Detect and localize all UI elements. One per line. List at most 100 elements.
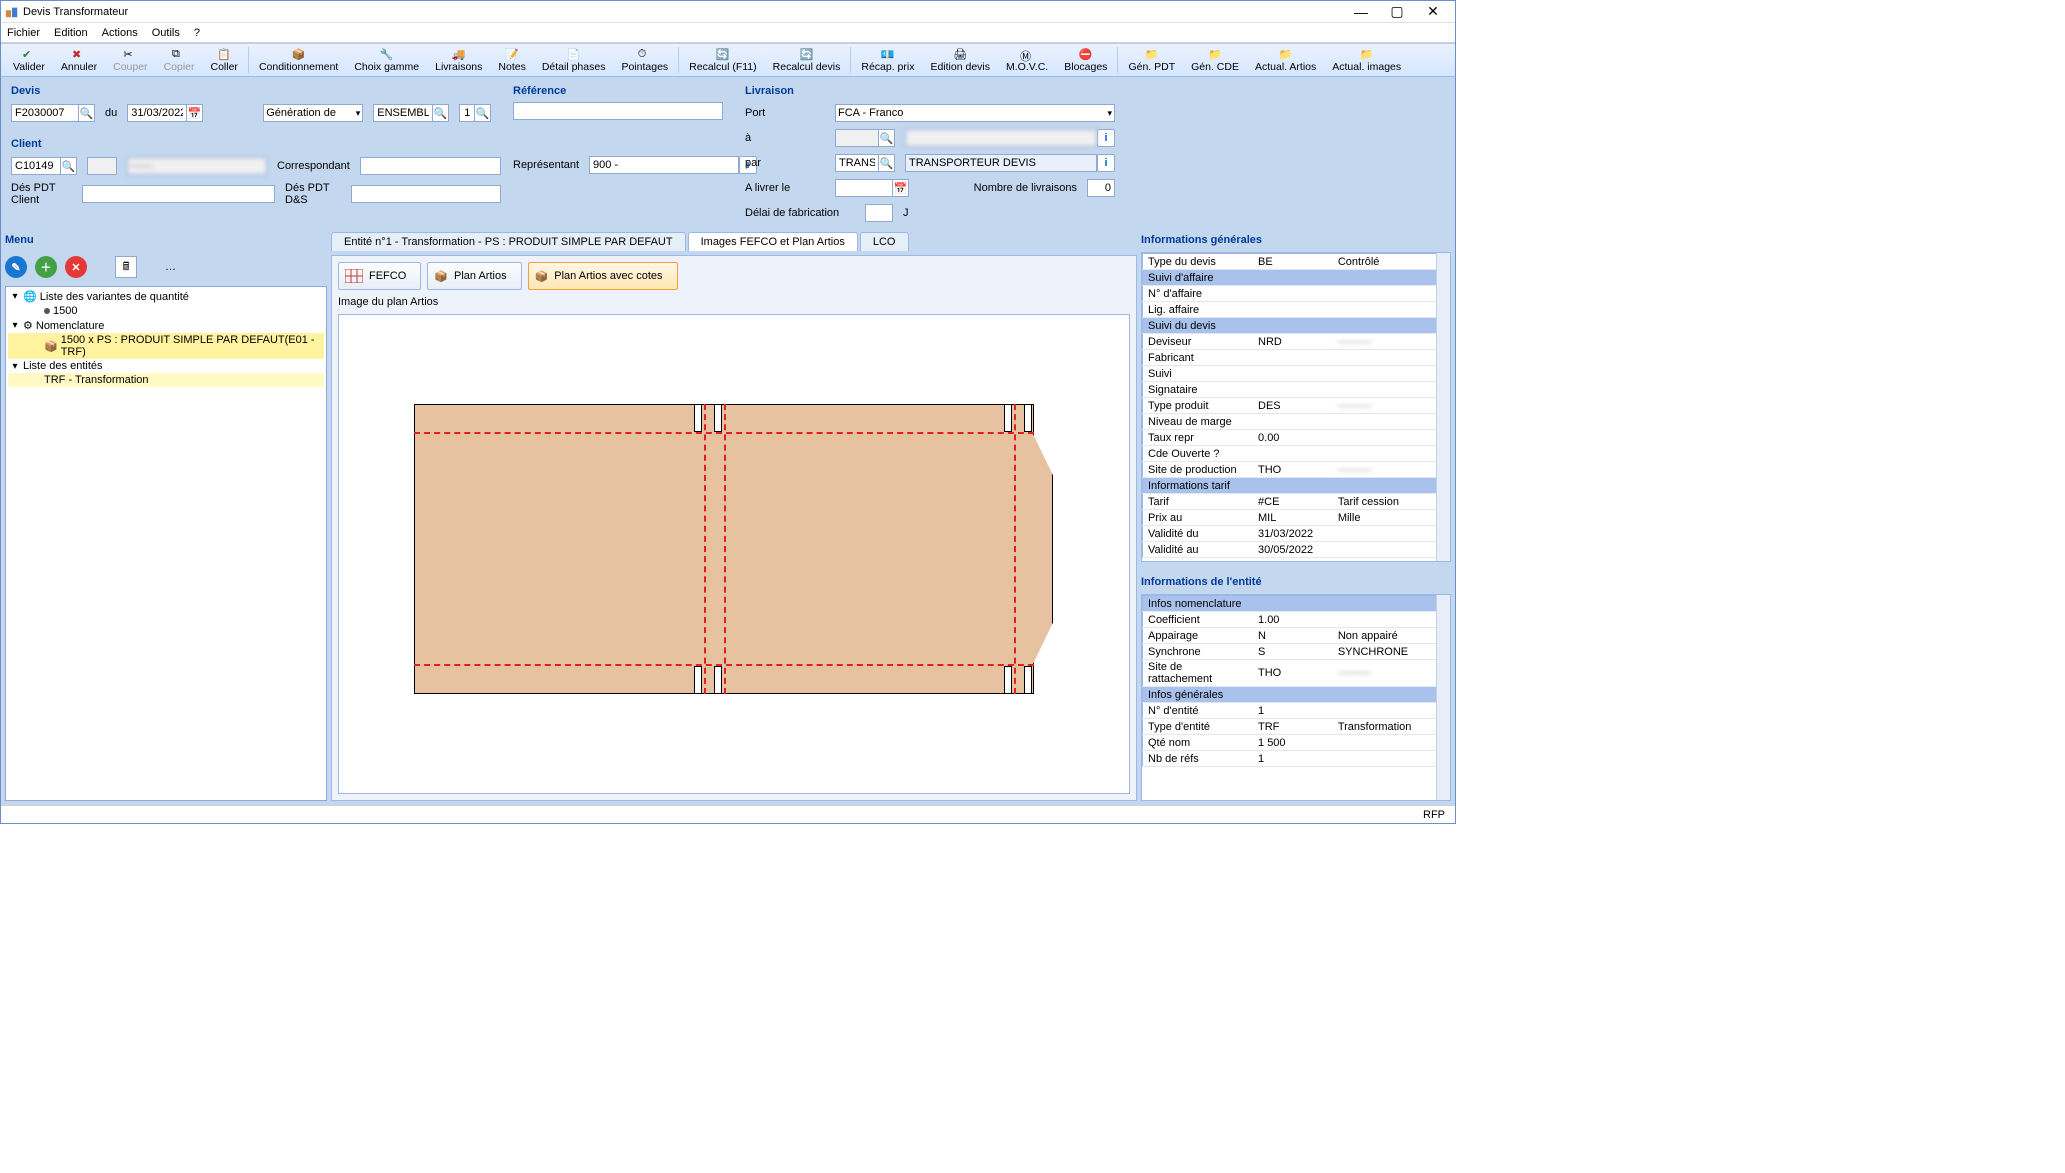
menu-title: Menu <box>5 232 327 248</box>
tool-g-n-cde[interactable]: 📁Gén. CDE <box>1183 44 1247 76</box>
tool-m-o-v-c-[interactable]: ⓂM.O.V.C. <box>998 44 1056 76</box>
menu-edition[interactable]: Edition <box>54 27 88 39</box>
info-gen-title: Informations générales <box>1141 232 1451 248</box>
tool-conditionnement[interactable]: 📦Conditionnement <box>251 44 346 76</box>
devis-date-input[interactable] <box>127 104 187 122</box>
reference-input[interactable] <box>513 102 723 120</box>
table-row: Site de productionTHO——— <box>1143 462 1450 478</box>
table-row: Type produitDES——— <box>1143 398 1450 414</box>
des2-label: Dés PDT D&S <box>285 182 341 206</box>
scrollbar[interactable] <box>1436 253 1450 561</box>
scrollbar[interactable] <box>1436 595 1450 800</box>
close-button[interactable]: ✕ <box>1415 2 1451 22</box>
maximize-button[interactable]: ▢ <box>1379 2 1415 22</box>
tool-recalcul-f11-[interactable]: 🔄Recalcul (F11) <box>681 44 765 76</box>
tree-leaf-1500[interactable]: 1500 <box>8 304 324 318</box>
par-info-icon[interactable]: i <box>1097 154 1115 172</box>
par-code-input[interactable] <box>835 154 879 172</box>
delai-input[interactable] <box>865 204 893 222</box>
tool-annuler[interactable]: ✖Annuler <box>53 44 105 76</box>
a-code-input[interactable] <box>835 129 879 147</box>
des2-input[interactable] <box>351 185 501 203</box>
devis-num-input[interactable] <box>11 104 79 122</box>
menu-fichier[interactable]: Fichier <box>7 27 40 39</box>
tree-leaf-product[interactable]: 📦 1500 x PS : PRODUIT SIMPLE PAR DEFAUT(… <box>8 333 324 359</box>
tool-choix-gamme[interactable]: 🔧Choix gamme <box>346 44 427 76</box>
actual-artios-icon: 📁 <box>1279 48 1293 60</box>
a-info-icon[interactable]: i <box>1097 129 1115 147</box>
des1-input[interactable] <box>82 185 275 203</box>
client-code-lookup[interactable]: 🔍 <box>61 157 77 175</box>
ensemble-n-input[interactable] <box>459 104 475 122</box>
ensemble-lookup[interactable]: 🔍 <box>433 104 449 122</box>
d-tail-phases-icon: 📄 <box>567 48 581 60</box>
tool-recalcul-devis[interactable]: 🔄Recalcul devis <box>765 44 849 76</box>
btn-fefco[interactable]: FEFCO <box>338 262 421 290</box>
remove-button[interactable]: ✕ <box>65 256 87 278</box>
tab-images[interactable]: Images FEFCO et Plan Artios <box>688 232 858 251</box>
ensemble-n-lookup[interactable]: 🔍 <box>475 104 491 122</box>
btn-plan-artios[interactable]: 📦 Plan Artios <box>427 262 521 290</box>
tool-actual-artios[interactable]: 📁Actual. Artios <box>1247 44 1324 76</box>
tabs: Entité n°1 - Transformation - PS : PRODU… <box>331 232 1137 251</box>
blocages-icon: ⛔ <box>1079 48 1093 60</box>
a-lookup[interactable]: 🔍 <box>879 129 895 147</box>
actual-images-icon: 📁 <box>1360 48 1374 60</box>
alivrer-date-picker[interactable]: 📅 <box>893 179 909 197</box>
client-name-blur <box>127 157 267 175</box>
menu-actions[interactable]: Actions <box>102 27 138 39</box>
minimize-button[interactable]: — <box>1343 2 1379 22</box>
choix-gamme-icon: 🔧 <box>380 48 394 60</box>
recalcul-f11--icon: 🔄 <box>716 48 730 60</box>
annuler-icon: ✖ <box>72 48 86 60</box>
menu-tree[interactable]: ▾ 🌐 Liste des variantes de quantité 1500… <box>5 286 327 801</box>
table-row: Suivi <box>1143 366 1450 382</box>
tab-lco[interactable]: LCO <box>860 232 909 251</box>
btn-plan-cotes[interactable]: 📦 Plan Artios avec cotes <box>528 262 678 290</box>
des1-label: Dés PDT Client <box>11 182 72 206</box>
menu-outils[interactable]: Outils <box>152 27 180 39</box>
g-n-cde-icon: 📁 <box>1208 48 1222 60</box>
tool-valider[interactable]: ✔Valider <box>5 44 53 76</box>
table-row: Suivi d'affaire <box>1143 270 1450 286</box>
corr-input[interactable] <box>360 157 501 175</box>
menu-help[interactable]: ? <box>194 27 200 39</box>
rep-input[interactable] <box>589 156 739 174</box>
delai-label: Délai de fabrication <box>745 207 855 219</box>
tree-node-variants[interactable]: ▾ 🌐 Liste des variantes de quantité <box>8 289 324 304</box>
toolbar: ✔Valider✖Annuler✂Couper⧉Copier📋Coller📦Co… <box>1 43 1455 77</box>
tool-d-tail-phases[interactable]: 📄Détail phases <box>534 44 614 76</box>
tool-livraisons[interactable]: 🚚Livraisons <box>427 44 490 76</box>
devis-date-picker[interactable]: 📅 <box>187 104 203 122</box>
nb-input[interactable] <box>1087 179 1115 197</box>
tree-node-entites[interactable]: ▾ Liste des entités <box>8 359 324 373</box>
tool-g-n-pdt[interactable]: 📁Gén. PDT <box>1120 44 1183 76</box>
alivrer-label: A livrer le <box>745 182 825 194</box>
table-row: Coefficient1.00 <box>1143 612 1450 628</box>
box-icon: 📦 <box>434 270 448 283</box>
statusbar: RFP <box>1 805 1455 823</box>
client-code-input[interactable] <box>11 157 61 175</box>
generation-select[interactable]: Génération de▾ <box>263 104 363 122</box>
tool-notes[interactable]: 📝Notes <box>490 44 533 76</box>
alivrer-input[interactable] <box>835 179 893 197</box>
tool-blocages[interactable]: ⛔Blocages <box>1056 44 1115 76</box>
add-button[interactable]: ＋ <box>35 256 57 278</box>
calc-button[interactable]: 🖩 <box>115 256 137 278</box>
par-label: par <box>745 157 825 169</box>
tab-entite[interactable]: Entité n°1 - Transformation - PS : PRODU… <box>331 232 686 251</box>
tool-r-cap-prix[interactable]: 💶Récap. prix <box>853 44 922 76</box>
ensemble-input[interactable] <box>373 104 433 122</box>
r-cap-prix-icon: 💶 <box>881 48 895 60</box>
more-button[interactable]: … <box>165 261 176 273</box>
edit-button[interactable]: ✎ <box>5 256 27 278</box>
tree-node-nomenclature[interactable]: ▾ ⚙ Nomenclature <box>8 318 324 333</box>
tool-pointages[interactable]: ⏱Pointages <box>613 44 676 76</box>
port-select[interactable]: FCA - Franco▾ <box>835 104 1115 122</box>
tree-leaf-trf[interactable]: TRF - Transformation <box>8 373 324 387</box>
tool-coller[interactable]: 📋Coller <box>203 44 246 76</box>
par-lookup[interactable]: 🔍 <box>879 154 895 172</box>
devis-num-lookup[interactable]: 🔍 <box>79 104 95 122</box>
tool-edition-devis[interactable]: 🖨Edition devis <box>922 44 998 76</box>
tool-actual-images[interactable]: 📁Actual. images <box>1324 44 1409 76</box>
